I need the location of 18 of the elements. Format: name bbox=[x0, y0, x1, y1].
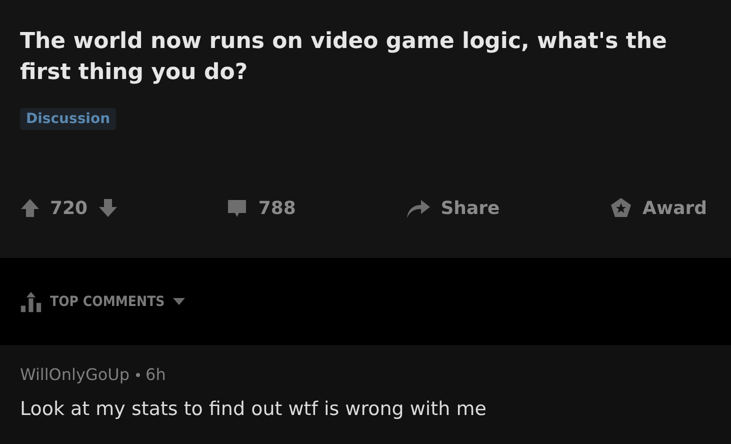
comment-author[interactable]: WillOnlyGoUp bbox=[20, 365, 130, 384]
caret-icon bbox=[172, 298, 185, 306]
share-button[interactable]: Share bbox=[404, 197, 500, 219]
award-icon bbox=[608, 196, 633, 220]
downvote-icon[interactable] bbox=[98, 198, 118, 218]
post-title: The world now runs on video game logic, what's the first thing you do? bbox=[20, 28, 668, 87]
comments-button[interactable]: 788 bbox=[226, 197, 296, 219]
comment-body: Look at my stats to find out wtf is wrong with me bbox=[20, 398, 488, 420]
separator-dot bbox=[136, 372, 140, 376]
share-arrow-icon bbox=[404, 197, 431, 219]
sort-button[interactable]: TOP COMMENTS bbox=[20, 290, 185, 312]
speech-bubble-icon bbox=[226, 197, 248, 219]
bar-chart-icon bbox=[20, 290, 42, 312]
comment-time: 6h bbox=[146, 365, 166, 384]
upvote-icon[interactable] bbox=[20, 198, 40, 218]
award-button[interactable]: Award bbox=[608, 196, 707, 220]
flair-tag[interactable]: Discussion bbox=[20, 108, 116, 130]
score-count: 720 bbox=[50, 198, 88, 218]
